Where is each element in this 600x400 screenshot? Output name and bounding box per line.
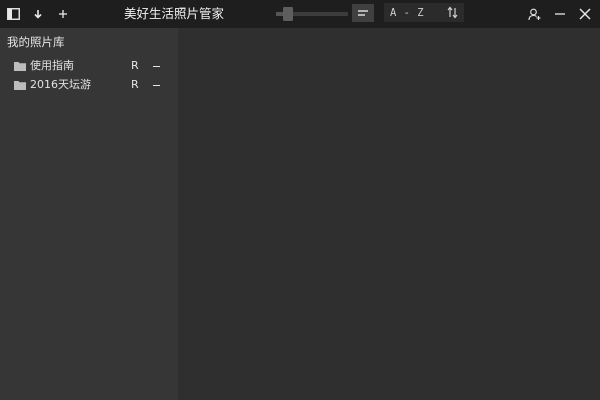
sort-icon[interactable] — [446, 6, 460, 19]
zoom-slider[interactable] — [276, 7, 348, 21]
close-icon[interactable] — [575, 4, 595, 24]
album-item[interactable]: 使用指南 R — [0, 57, 178, 75]
sidebar-title: 我的照片库 — [7, 35, 65, 49]
remove-album-button[interactable] — [151, 77, 161, 93]
sidebar-toggle-icon[interactable] — [3, 4, 23, 24]
title-bar: 美好生活照片管家 A - Z — [0, 0, 600, 28]
folder-icon — [14, 62, 26, 71]
photo-grid-area — [178, 28, 600, 400]
remove-album-button[interactable] — [151, 58, 161, 74]
album-label[interactable]: 2016天坛游 — [30, 77, 91, 93]
sort-select-value: A - Z — [390, 7, 425, 19]
sidebar: 我的照片库 使用指南 R 2016天坛游 R — [0, 28, 178, 400]
folder-icon — [14, 81, 26, 90]
user-add-icon[interactable] — [524, 4, 544, 24]
album-label[interactable]: 使用指南 — [30, 58, 74, 74]
zoom-slider-thumb[interactable] — [283, 7, 293, 21]
add-icon[interactable] — [53, 4, 73, 24]
album-item[interactable]: 2016天坛游 R — [0, 76, 178, 94]
import-icon[interactable] — [28, 4, 48, 24]
view-mode-button[interactable] — [352, 4, 374, 22]
app-window: 美好生活照片管家 A - Z 我的照片库 使用指南 R 2016天坛游 R — [0, 0, 600, 400]
minus-icon — [152, 84, 160, 86]
minimize-icon[interactable] — [550, 4, 570, 24]
rename-album-button[interactable]: R — [131, 77, 139, 93]
list-view-icon — [358, 10, 368, 16]
rename-album-button[interactable]: R — [131, 58, 139, 74]
sort-select[interactable]: A - Z — [384, 3, 464, 22]
minus-icon — [152, 65, 160, 67]
window-title: 美好生活照片管家 — [123, 6, 224, 21]
